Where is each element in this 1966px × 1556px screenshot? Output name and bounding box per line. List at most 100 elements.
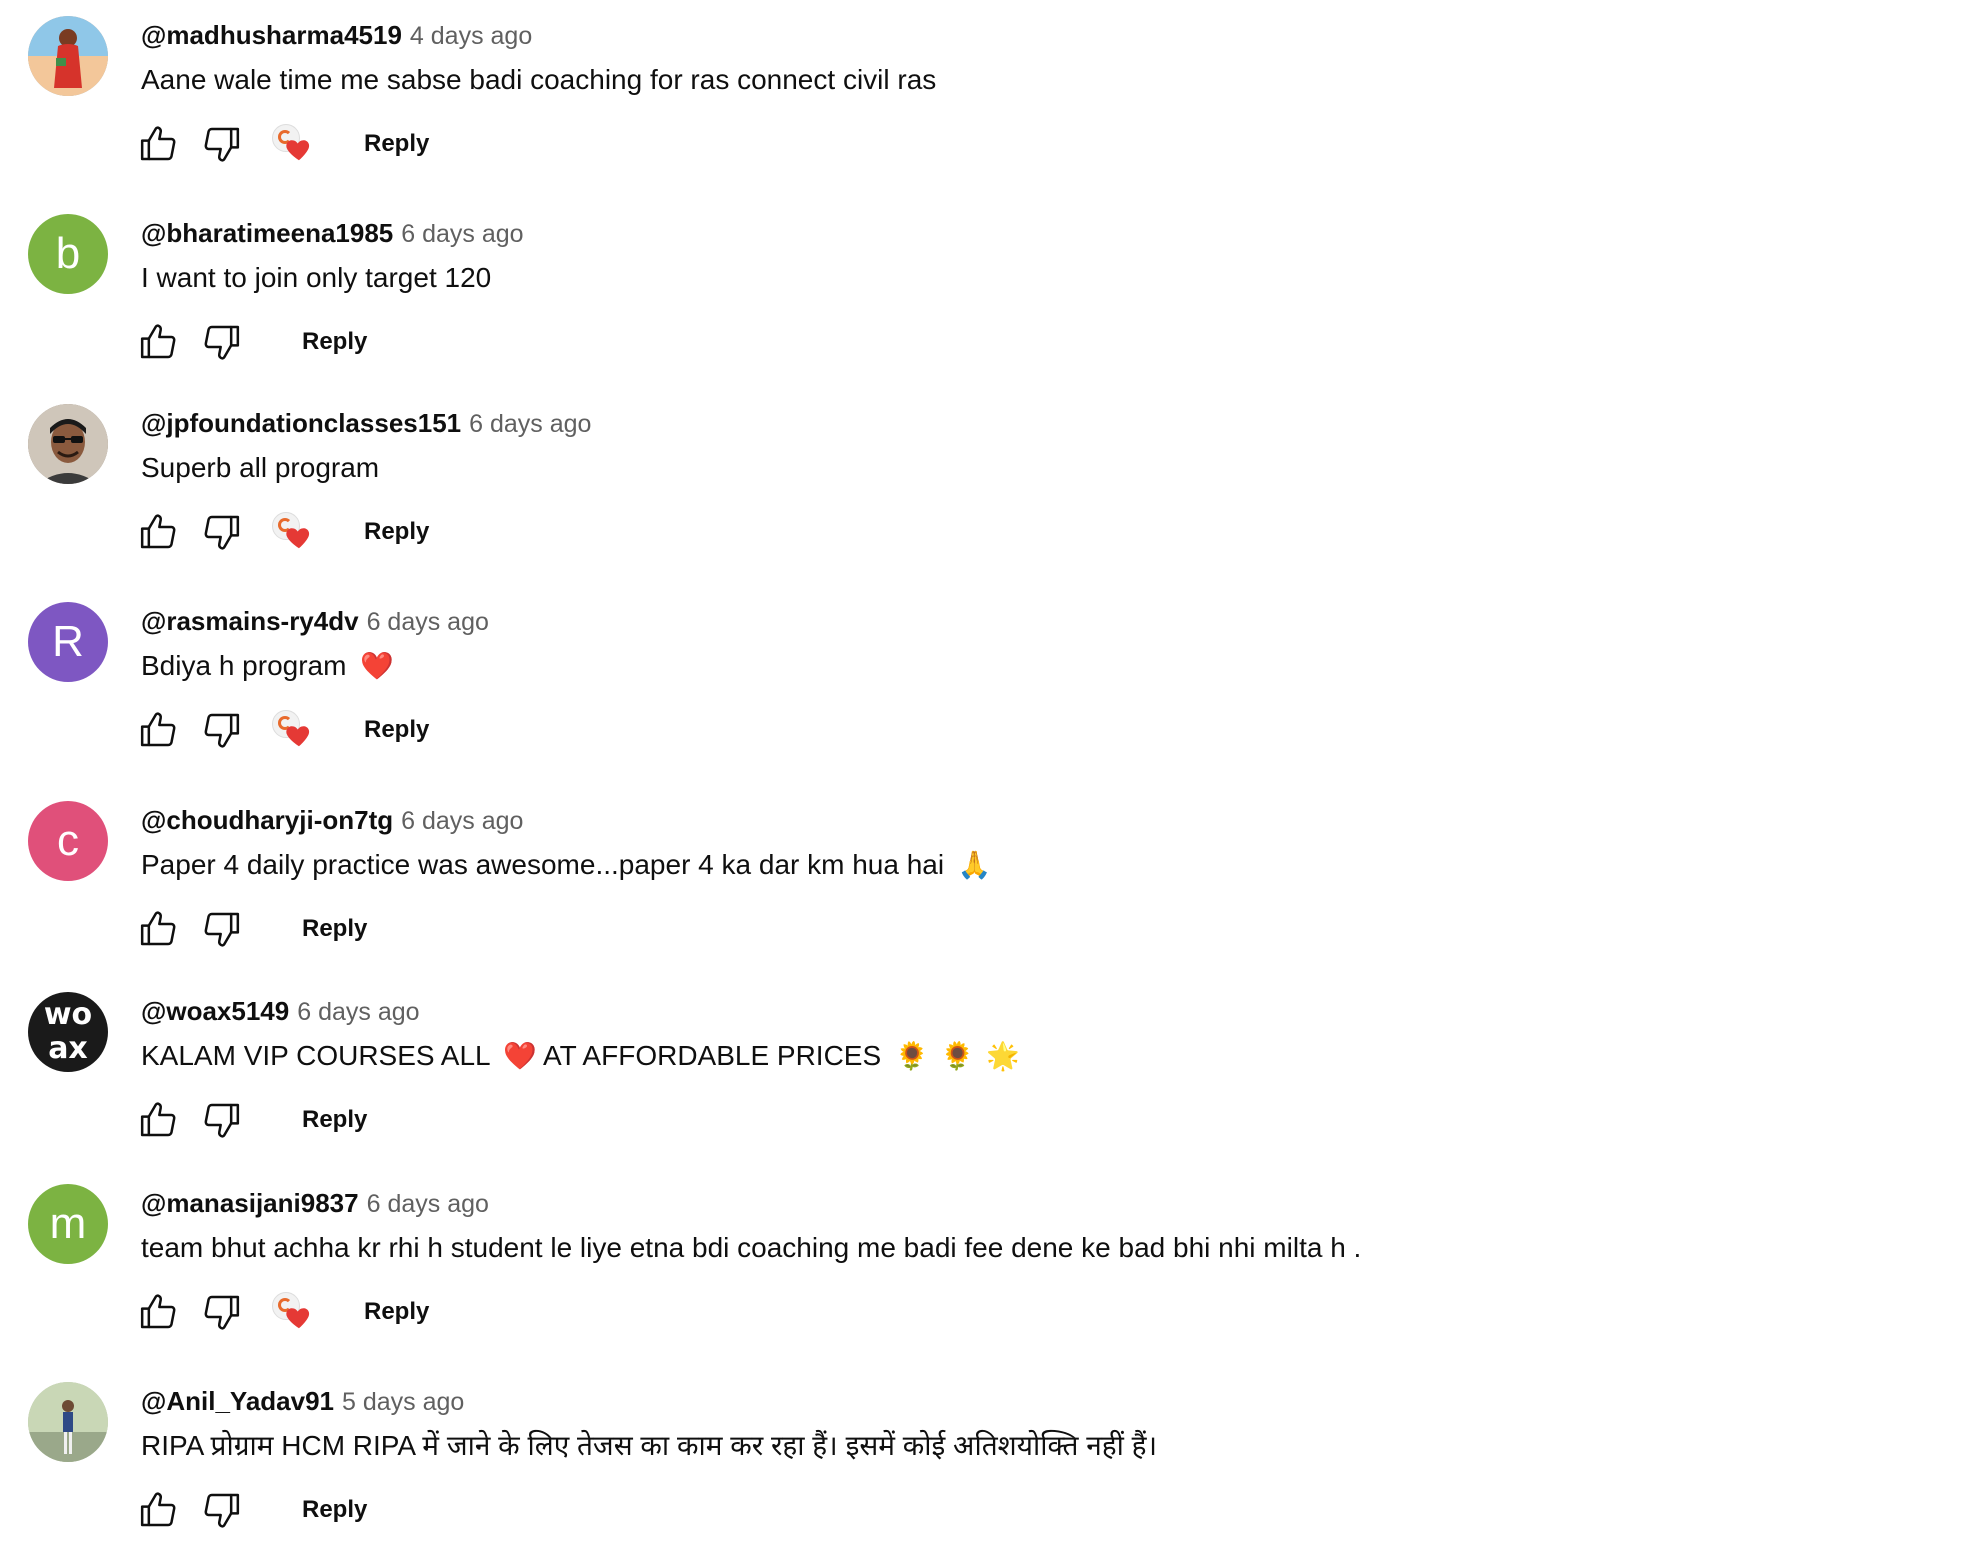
avatar[interactable]: b	[28, 214, 108, 294]
comment-author[interactable]: @manasijani9837	[141, 1188, 359, 1218]
comment-time[interactable]: 6 days ago	[297, 998, 419, 1026]
comment-item: c @choudharyji-on7tg 6 days ago Paper 4 dai…	[0, 785, 1966, 975]
thumb-down-icon	[202, 124, 242, 164]
comment-header: @choudharyji-on7tg 6 days ago	[141, 803, 523, 842]
comment-header: @manasijani9837 6 days ago	[141, 1186, 489, 1225]
dislike-button[interactable]	[200, 708, 244, 752]
thumb-up-icon	[138, 124, 178, 164]
dislike-button[interactable]	[200, 1488, 244, 1532]
avatar[interactable]	[28, 16, 108, 96]
comment-time[interactable]: 6 days ago	[469, 410, 591, 438]
avatar[interactable]	[28, 1382, 108, 1462]
comment-author[interactable]: @Anil_Yadav91	[141, 1386, 334, 1416]
thumb-up-icon	[138, 710, 178, 750]
emoji: 🌟	[986, 1041, 1020, 1072]
comment-actions: Reply	[136, 1288, 429, 1336]
comment-text-body: Aane wale time me sabse badi coaching fo…	[141, 64, 937, 95]
comment-item: b @bharatimeena1985 6 days ago I want to jo…	[0, 198, 1966, 388]
comment-text: I want to join only target 120	[141, 260, 491, 296]
avatar[interactable]: wo ax	[28, 992, 108, 1072]
reply-button[interactable]: Reply	[302, 328, 367, 356]
dislike-button[interactable]	[200, 122, 244, 166]
comment-text: Aane wale time me sabse badi coaching fo…	[141, 62, 936, 98]
dislike-button[interactable]	[200, 1098, 244, 1142]
comment-text: Paper 4 daily practice was awesome...pap…	[141, 847, 998, 884]
avatar-letter: R	[52, 617, 84, 666]
comment-author[interactable]: @rasmains-ry4dv	[141, 606, 359, 636]
comment-author[interactable]: @jpfoundationclasses151	[141, 408, 461, 438]
reply-button[interactable]: Reply	[364, 130, 429, 158]
comment-item: @madhusharma4519 4 days ago Aane wale time…	[0, 0, 1966, 190]
emoji: 🙏	[957, 850, 992, 881]
comment-time[interactable]: 6 days ago	[401, 220, 523, 248]
avatar-letter: b	[55, 229, 81, 278]
comment-time[interactable]: 6 days ago	[401, 807, 523, 835]
comment-author[interactable]: @bharatimeena1985	[141, 218, 393, 248]
like-button[interactable]	[136, 122, 180, 166]
avatar-logo-text: wo ax	[43, 997, 93, 1066]
comment-author[interactable]: @madhusharma4519	[141, 20, 402, 50]
creator-heart-badge	[270, 122, 314, 166]
thumb-up-icon	[138, 322, 178, 362]
dislike-button[interactable]	[200, 510, 244, 554]
comment-time[interactable]: 6 days ago	[367, 1190, 489, 1218]
comment-header: @rasmains-ry4dv 6 days ago	[141, 604, 489, 643]
thumb-down-icon	[202, 1292, 242, 1332]
comment-time[interactable]: 5 days ago	[342, 1388, 464, 1416]
avatar[interactable]: m	[28, 1184, 108, 1264]
avatar-letter: c	[57, 816, 79, 865]
reply-button[interactable]: Reply	[302, 1106, 367, 1134]
avatar[interactable]: c	[28, 801, 108, 881]
reply-button[interactable]: Reply	[364, 518, 429, 546]
comment-item: @Anil_Yadav91 5 days ago RIPA प्रोग्राम HC…	[0, 1366, 1966, 1556]
comment-item: @jpfoundationclasses151 6 days ago Superb …	[0, 388, 1966, 578]
comment-actions: Reply	[136, 120, 429, 168]
dislike-button[interactable]	[200, 320, 244, 364]
comment-author[interactable]: @woax5149	[141, 996, 289, 1026]
reply-button[interactable]: Reply	[364, 716, 429, 744]
comment-text-part: AT AFFORDABLE PRICES	[543, 1040, 882, 1071]
avatar[interactable]: R	[28, 602, 108, 682]
creator-heart-badge	[270, 1290, 314, 1334]
emoji: ❤️	[360, 651, 394, 682]
like-button[interactable]	[136, 1290, 180, 1334]
heart-icon	[284, 720, 314, 750]
comment-actions: Reply	[136, 706, 429, 754]
emoji: 🌻	[894, 1041, 929, 1072]
thumb-down-icon	[202, 322, 242, 362]
reply-button[interactable]: Reply	[364, 1298, 429, 1326]
emoji: 🌻	[940, 1041, 975, 1072]
dislike-button[interactable]	[200, 1290, 244, 1334]
like-button[interactable]	[136, 1098, 180, 1142]
comment-text: RIPA प्रोग्राम HCM RIPA में जाने के लिए …	[141, 1428, 1157, 1464]
comment-time[interactable]: 4 days ago	[410, 22, 532, 50]
dislike-button[interactable]	[200, 907, 244, 951]
like-button[interactable]	[136, 708, 180, 752]
creator-heart-badge	[270, 510, 314, 554]
like-button[interactable]	[136, 320, 180, 364]
comment-actions: Reply	[136, 318, 367, 366]
comment-time[interactable]: 6 days ago	[367, 608, 489, 636]
like-button[interactable]	[136, 510, 180, 554]
comment-text-body: RIPA प्रोग्राम HCM RIPA में जाने के लिए …	[141, 1430, 1158, 1461]
comment-text-body: Bdiya h program	[141, 650, 347, 681]
like-button[interactable]	[136, 907, 180, 951]
thumb-up-icon	[138, 1100, 178, 1140]
comment-text: Bdiya h program ❤️	[141, 648, 400, 685]
comment-text-part: KALAM VIP COURSES ALL	[141, 1040, 490, 1071]
reply-button[interactable]: Reply	[302, 915, 367, 943]
comment-item: R @rasmains-ry4dv 6 days ago Bdiya h progra…	[0, 586, 1966, 776]
avatar[interactable]	[28, 404, 108, 484]
thumb-up-icon	[138, 1490, 178, 1530]
emoji: ❤️	[503, 1041, 537, 1072]
comment-text-body: Superb all program	[141, 452, 380, 483]
comment-text: KALAM VIP COURSES ALL ❤️ AT AFFORDABLE PR…	[141, 1038, 1026, 1075]
reply-button[interactable]: Reply	[302, 1496, 367, 1524]
thumb-down-icon	[202, 909, 242, 949]
comment-actions: Reply	[136, 905, 367, 953]
thumb-down-icon	[202, 710, 242, 750]
comment-author[interactable]: @choudharyji-on7tg	[141, 805, 393, 835]
comment-text-body: team bhut achha kr rhi h student le liye…	[141, 1232, 1362, 1263]
like-button[interactable]	[136, 1488, 180, 1532]
thumb-down-icon	[202, 1100, 242, 1140]
